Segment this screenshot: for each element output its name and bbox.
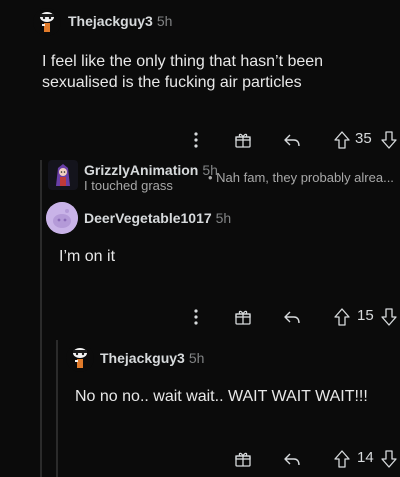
user-flair: I touched grass	[84, 178, 173, 193]
reply-icon	[284, 134, 300, 147]
comment-author[interactable]: Thejackguy3 5h	[68, 13, 172, 29]
award-icon	[235, 452, 251, 467]
downvote-button[interactable]	[380, 447, 398, 471]
username-label[interactable]: Thejackguy3	[68, 13, 153, 29]
user-avatar[interactable]	[48, 160, 78, 190]
reply-icon	[284, 453, 300, 466]
award-button[interactable]	[232, 447, 254, 471]
comment-actions: 35	[0, 128, 400, 152]
award-button[interactable]	[232, 128, 254, 152]
reply-icon	[284, 311, 300, 324]
more-vertical-icon	[194, 309, 198, 325]
comment-body: No no no.. wait wait.. WAIT WAIT WAIT!!!	[75, 388, 368, 405]
comment-actions: 15	[0, 305, 400, 329]
comment-author[interactable]: Thejackguy3 5h	[100, 350, 204, 366]
comment-time: 5h	[156, 13, 173, 29]
upvote-button[interactable]	[333, 128, 351, 152]
upvote-icon	[334, 450, 350, 468]
username-label[interactable]: Thejackguy3	[100, 350, 185, 366]
downvote-button[interactable]	[380, 305, 398, 329]
comment-author[interactable]: DeerVegetable1017 5h	[84, 210, 231, 226]
award-button[interactable]	[232, 305, 254, 329]
collapsed-preview: • Nah fam, they probably alrea...	[208, 170, 394, 185]
grizzly-avatar-icon	[48, 160, 78, 190]
username-label[interactable]: GrizzlyAnimation	[84, 162, 198, 178]
comment-time: 5h	[188, 350, 205, 366]
upvote-icon	[334, 308, 350, 326]
user-avatar[interactable]	[33, 8, 61, 36]
reply-button[interactable]	[281, 447, 303, 471]
more-vertical-icon	[194, 132, 198, 148]
downvote-icon	[381, 308, 397, 326]
vote-count: 14	[357, 449, 374, 466]
more-options-button[interactable]	[188, 128, 204, 152]
user-avatar[interactable]	[46, 202, 78, 234]
comment-author[interactable]: GrizzlyAnimation 5h	[84, 162, 218, 178]
comment-body: I feel like the only thing that hasn’t b…	[42, 53, 324, 91]
reply-button[interactable]	[281, 128, 303, 152]
upvote-button[interactable]	[333, 447, 351, 471]
comment-time: 5h	[215, 210, 232, 226]
downvote-icon	[381, 131, 397, 149]
user-avatar[interactable]	[66, 344, 94, 372]
jackguy-avatar-icon	[66, 344, 94, 372]
username-label[interactable]: DeerVegetable1017	[84, 210, 212, 226]
more-options-button[interactable]	[188, 305, 204, 329]
vote-count: 35	[355, 130, 372, 147]
award-icon	[235, 133, 251, 148]
downvote-icon	[381, 450, 397, 468]
vote-count: 15	[357, 307, 374, 324]
upvote-button[interactable]	[333, 305, 351, 329]
downvote-button[interactable]	[380, 128, 398, 152]
award-icon	[235, 310, 251, 325]
jackguy-avatar-icon	[33, 8, 61, 36]
reply-button[interactable]	[281, 305, 303, 329]
comment-actions: 14	[0, 447, 400, 471]
snoo-avatar-icon	[46, 202, 78, 234]
comment-body: I’m on it	[59, 248, 116, 265]
upvote-icon	[334, 131, 350, 149]
